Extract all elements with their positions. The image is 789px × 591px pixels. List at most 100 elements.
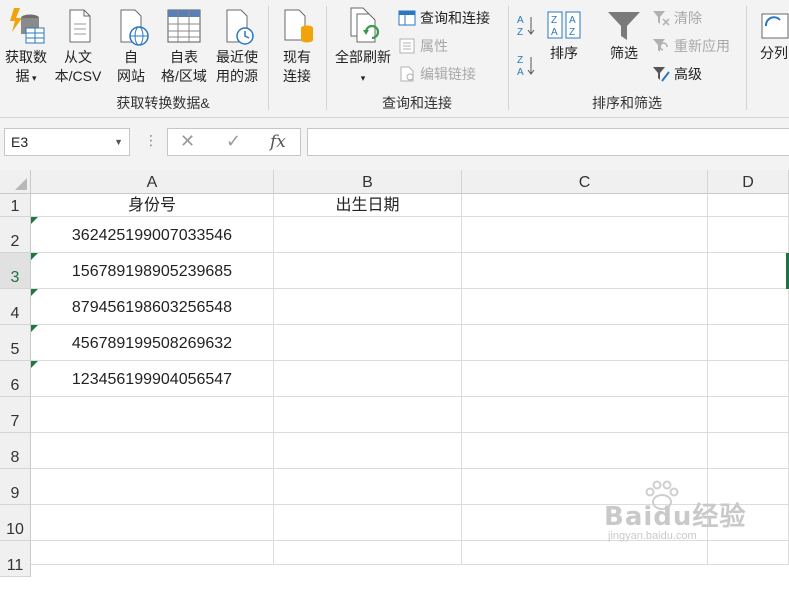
cell-b5[interactable] [274,325,462,361]
queries-connections-label: 查询和连接 [420,10,490,26]
cell-c4[interactable] [462,289,708,325]
group-separator [746,6,747,110]
enter-check-icon[interactable]: ✓ [226,131,241,152]
watermark-url: jingyan.baidu.com [608,530,697,542]
edit-links-button[interactable]: 编辑链接 [398,63,476,85]
chevron-down-icon[interactable]: ▼ [114,129,123,155]
row-header[interactable]: 9 [0,469,31,505]
get-data-button[interactable]: 获取数 据 ▾ [2,6,50,88]
svg-text:A: A [517,15,524,26]
cell-a7[interactable] [31,397,274,433]
filter-button[interactable]: 筛选 [603,10,645,63]
cell-a6[interactable]: 123456199904056547 [31,361,274,397]
row-header[interactable]: 7 [0,397,31,433]
cell-c7[interactable] [462,397,708,433]
cell-a3[interactable]: 156789198905239685 [31,253,274,289]
recent-sources-label: 最近使 用的源 [216,49,258,84]
cell-c1[interactable] [462,194,708,217]
cell-a4[interactable]: 879456198603256548 [31,289,274,325]
cell-a1[interactable]: 身份号 [31,194,274,217]
from-table-range-button[interactable]: 自表 格/区域 [157,6,211,86]
cancel-icon[interactable]: ✕ [180,131,195,152]
cell-a10[interactable] [31,505,274,541]
recent-sources-button[interactable]: 最近使 用的源 [212,6,262,86]
queries-connections-button[interactable]: 查询和连接 [398,7,490,29]
cell-a9[interactable] [31,469,274,505]
filter-label: 筛选 [610,45,638,61]
row-header[interactable]: 10 [0,505,31,541]
from-text-csv-button[interactable]: 从文 本/CSV [52,6,104,86]
cell-c3[interactable] [462,253,708,289]
select-all-corner[interactable] [0,170,31,194]
from-table-label: 自表 格/区域 [161,49,207,84]
cell-b3[interactable] [274,253,462,289]
cell-a11[interactable] [31,541,274,565]
cell-b4[interactable] [274,289,462,325]
cell-c5[interactable] [462,325,708,361]
clear-filter-button[interactable]: 清除 [652,7,702,29]
from-web-label: 自 网站 [117,49,145,84]
sort-za-icon: ZA [516,53,536,77]
column-header-a[interactable]: A [31,170,274,194]
svg-text:A: A [551,27,558,38]
clear-label: 清除 [674,10,702,26]
insert-function-icon[interactable]: fx [270,132,286,152]
cell-a5[interactable]: 456789199508269632 [31,325,274,361]
reapply-button[interactable]: 重新应用 [652,35,730,57]
existing-connections-button[interactable]: 现有 连接 [274,6,320,86]
row-header[interactable]: 4 [0,289,31,325]
row-header-selected[interactable]: 3 [0,253,31,289]
refresh-icon [350,7,380,43]
cell-b11[interactable] [274,541,462,565]
id-value: 123456199904056547 [71,371,233,388]
from-web-button[interactable]: 自 网站 [110,6,152,86]
cell-b8[interactable] [274,433,462,469]
sort-button[interactable]: Z A A Z 排序 [544,10,584,63]
row-header[interactable]: 8 [0,433,31,469]
reapply-label: 重新应用 [674,38,730,54]
cell-d2[interactable] [708,217,789,253]
cell-d1[interactable] [708,194,789,217]
chevron-down-icon: ▾ [29,73,37,83]
cell-b1[interactable]: 出生日期 [274,194,462,217]
cell-d8[interactable] [708,433,789,469]
id-value: 456789199508269632 [71,335,233,352]
cell-c8[interactable] [462,433,708,469]
cell-d6[interactable] [708,361,789,397]
column-header-b[interactable]: B [274,170,462,194]
cell-c6[interactable] [462,361,708,397]
row-header[interactable]: 11 [0,541,31,577]
row-header[interactable]: 2 [0,217,31,253]
edit-links-icon [398,66,416,82]
text-to-columns-label: 分列 [760,45,788,61]
cell-a8[interactable] [31,433,274,469]
cell-b9[interactable] [274,469,462,505]
row-header[interactable]: 1 [0,194,31,217]
cell-b2[interactable] [274,217,462,253]
advanced-filter-button[interactable]: 高级 [652,63,702,85]
sort-ascending-button[interactable]: AZ [516,14,540,37]
sort-descending-button[interactable]: ZA [516,53,540,77]
more-options-icon[interactable]: ⋮ [144,132,158,149]
cell-b7[interactable] [274,397,462,433]
text-to-columns-button[interactable]: 分列 [754,10,789,63]
properties-button[interactable]: 属性 [398,35,448,57]
cell-b10[interactable] [274,505,462,541]
column-header-d[interactable]: D [708,170,789,194]
cell-a2[interactable]: 362425199007033546 [31,217,274,253]
cell-d4[interactable] [708,289,789,325]
row-header[interactable]: 5 [0,325,31,361]
row-header[interactable]: 6 [0,361,31,397]
refresh-all-button[interactable]: 全部刷新 ▾ [331,6,395,88]
chevron-down-icon: ▾ [360,73,366,83]
name-box-value: E3 [11,134,29,150]
connections-icon [284,9,313,43]
cell-d5[interactable] [708,325,789,361]
cell-d3[interactable] [708,253,789,289]
name-box[interactable]: E3 ▼ [4,128,130,156]
cell-d7[interactable] [708,397,789,433]
formula-input[interactable] [307,128,789,156]
cell-b6[interactable] [274,361,462,397]
column-header-c[interactable]: C [462,170,708,194]
cell-c2[interactable] [462,217,708,253]
